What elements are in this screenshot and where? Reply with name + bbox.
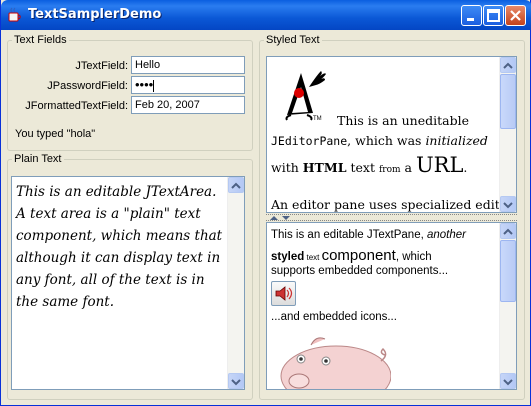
jformattedtextfield-label: JFormattedTextField:: [25, 100, 128, 112]
divider-arrows-icon[interactable]: [268, 215, 296, 221]
minimize-icon: [467, 18, 474, 21]
editor-line-2: JEditorPane, which was initialized: [271, 133, 488, 148]
pane-italic-text: another: [426, 229, 466, 241]
editor-text: with: [271, 160, 303, 175]
close-button[interactable]: [505, 5, 526, 26]
pane-line-2[interactable]: styled text component, which: [271, 247, 432, 264]
editor-pane-scrollbar[interactable]: [499, 57, 516, 212]
plain-text-area[interactable]: This is an editable JTextArea. A text ar…: [16, 181, 226, 313]
arrow-up-icon: [503, 228, 513, 235]
app-window: TextSamplerDemo Text Fields JTextField: …: [0, 0, 531, 406]
scroll-up-button[interactable]: [228, 177, 244, 193]
arrow-down-icon: [231, 379, 241, 386]
password-dots: ••••: [135, 77, 154, 92]
sound-button[interactable]: [271, 281, 296, 306]
minimize-button[interactable]: [461, 5, 482, 26]
text-pane-scrollbar[interactable]: [499, 223, 516, 389]
plain-text-scrollbar[interactable]: [227, 177, 244, 389]
editor-italic-text: initialized: [425, 133, 488, 148]
plain-text-legend: Plain Text: [14, 153, 62, 165]
editor-bold-text: HTML: [302, 160, 347, 175]
split-pane-divider[interactable]: [266, 214, 517, 221]
scroll-up-button[interactable]: [500, 223, 516, 239]
pane-small-text: text: [304, 253, 322, 262]
text-caret: [153, 79, 155, 92]
scroll-down-button[interactable]: [500, 196, 516, 212]
pane-text: , which: [395, 251, 432, 263]
scroll-thumb[interactable]: [500, 240, 516, 302]
styled-text-legend: Styled Text: [266, 34, 320, 46]
jtextfield-label: JTextField:: [75, 60, 128, 72]
editor-text: , which was: [347, 133, 426, 148]
speaker-icon: [275, 286, 293, 301]
editor-large-text: URL: [415, 153, 464, 177]
jtextfield-input[interactable]: Hello: [131, 56, 245, 74]
editor-pane-scrollpane[interactable]: TM This is an uneditable JEditorPane, wh…: [266, 56, 517, 213]
svg-text:TM: TM: [313, 116, 322, 122]
pig-image: [280, 337, 391, 389]
jpasswordfield-input[interactable]: ••••: [131, 76, 245, 94]
editor-line-3: with HTML text from a URL.: [271, 153, 467, 177]
close-icon: [510, 10, 521, 21]
editor-code-text: JEditorPane: [271, 134, 348, 148]
maximize-button[interactable]: [483, 5, 504, 26]
arrow-down-icon: [503, 202, 513, 209]
title-bar[interactable]: TextSamplerDemo: [1, 0, 531, 30]
pane-text: This is an editable JTextPane,: [271, 229, 427, 241]
scroll-down-button[interactable]: [500, 373, 516, 389]
editor-line-1: This is an uneditable: [337, 113, 470, 128]
typed-status: You typed "hola": [15, 128, 96, 140]
arrow-up-icon: [503, 62, 513, 69]
editor-text: text: [346, 160, 379, 175]
text-fields-legend: Text Fields: [14, 34, 67, 46]
pane-line-4[interactable]: ...and embedded icons...: [271, 311, 397, 323]
pane-line-3[interactable]: supports embedded components...: [271, 265, 448, 277]
editor-line-4: An editor pane uses specialized editor: [271, 197, 514, 212]
maximize-icon: [487, 9, 500, 22]
jpasswordfield-label: JPasswordField:: [47, 80, 128, 92]
editor-small-text: from: [378, 165, 401, 175]
scroll-down-button[interactable]: [228, 373, 244, 389]
arrow-up-icon: [231, 182, 241, 189]
arrow-down-icon: [503, 379, 513, 386]
scroll-thumb[interactable]: [500, 74, 516, 129]
text-pane-scrollpane[interactable]: This is an editable JTextPane, another s…: [266, 222, 517, 390]
pane-large-text: component: [321, 247, 396, 264]
editor-text: .: [463, 160, 468, 175]
editor-text: a: [400, 160, 416, 175]
plain-text-scrollpane[interactable]: This is an editable JTextArea. A text ar…: [11, 176, 245, 390]
duke-mascot-image: TM: [285, 71, 326, 122]
jformattedtextfield-input[interactable]: Feb 20, 2007: [131, 96, 245, 114]
java-cup-icon: [8, 7, 21, 22]
scroll-up-button[interactable]: [500, 57, 516, 73]
pane-bold-text: styled: [271, 251, 305, 263]
pane-line-1[interactable]: This is an editable JTextPane, another: [271, 229, 466, 241]
window-title: TextSamplerDemo: [28, 7, 162, 22]
